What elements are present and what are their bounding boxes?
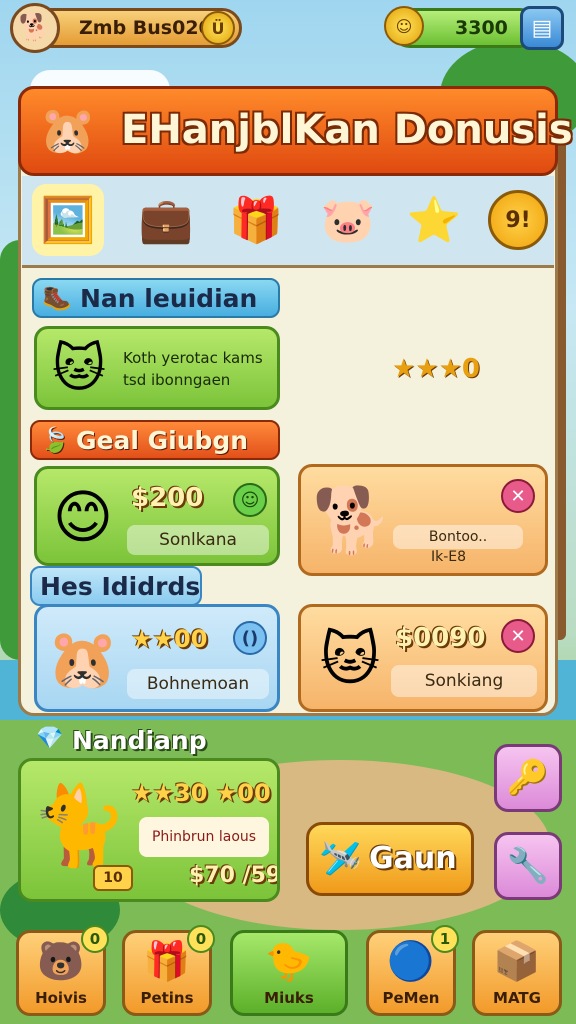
white-cat-icon: 🐱 [319,625,381,693]
offer-3-price: ★★00 [131,625,208,653]
coin-icon: ☺ [384,6,424,46]
level-coin-icon: Ü [201,11,235,45]
hamster-hat-icon: 🐹 [46,624,120,693]
player-name: Zmb Bus020 [79,17,212,39]
tab-pig[interactable]: 🐷 [312,184,384,256]
offer-card-3[interactable]: 🐹 ★★00 () Bohnemoan [34,604,280,712]
close-icon[interactable]: ✕ [501,479,535,513]
player-avatar[interactable]: 🐕 [10,3,60,53]
offer-2-name: Bontoo.. [393,525,523,549]
shoe-icon: 🥾 [42,284,72,312]
tab-star[interactable]: ⭐ [398,184,470,256]
smiley-icon: ☺ [233,483,267,517]
offer-card-2[interactable]: 🐕 ✕ Bontoo.. Ik-E8 [298,464,548,576]
offer-2-sub: Ik-E8 [431,549,467,565]
nav-item-1[interactable]: 🎁 Petins 0 [122,925,215,1016]
key-button[interactable]: 🔑 [494,744,562,812]
bundle-note: Phinbrun laous [139,817,269,857]
heart-bird-icon: 🐤 [265,939,313,983]
bundle-rating: ★★30 ★00 [131,779,271,807]
offer-4-price: $0090 [395,623,486,653]
pink-cat-icon: 🐱 [51,339,107,399]
more-button[interactable]: 9! [488,190,548,250]
section-label-1: 🥾 Nan leuidian [32,278,280,318]
offer-card-1[interactable]: 😊 $200 ☺ Sonlkana [34,466,280,566]
bundle-tag: 10 [93,865,133,891]
nav-item-2[interactable]: 🐤 Miuks [230,930,348,1016]
offer-3-badge: () [233,621,267,655]
nav-item-3[interactable]: 🔵 PeMen 1 [366,925,459,1016]
featured-card[interactable]: 🐱 Koth yerotac kams tsd ibonngaen [34,326,280,410]
paper-plane-icon: 🛩️ [319,839,362,879]
section-label-4: Nandianp [72,726,207,755]
panel-header: 🐹 EHanjblKan Donusis [18,86,573,176]
section-label-2: 🍃 Geal Giubgn [30,420,280,460]
nav-badge: 0 [187,925,215,953]
tab-gift[interactable]: 🎁 [220,184,292,256]
tools-button[interactable]: 🔧 [494,832,562,900]
crate-icon: 📦 [493,939,541,983]
leaf-icon: 🍃 [40,426,70,454]
offer-3-name: Bohnemoan [127,669,269,699]
go-button[interactable]: 🛩️ Gaun [306,822,474,896]
featured-rating: ★★★0 [392,354,481,384]
section-label-3: Hes Ididrds [30,566,202,606]
nav-badge: 0 [81,925,109,953]
currency-amount: 3300 [455,17,508,39]
offer-1-price: $200 [131,483,204,513]
nav-item-4[interactable]: 📦 MATG [472,930,562,1016]
offer-card-4[interactable]: 🐱 $0090 ✕ Sonkiang [298,604,548,712]
offer-1-name: Sonlkana [127,525,269,555]
menu-icon[interactable]: ▤ [520,6,564,50]
offer-4-name: Sonkiang [391,665,537,697]
gem-icon: 💎 [36,726,64,751]
page-title: EHanjblKan Donusis [121,107,573,153]
emoji-face-icon: 😊 [52,483,114,551]
tab-photo[interactable]: 🖼️ [32,184,104,256]
featured-description: Koth yerotac kams tsd ibonngaen [123,349,263,389]
hamster-mascot-icon: 🐹 [39,102,97,157]
category-tabs: 🖼️ 💼 🎁 🐷 ⭐ 9! [22,176,554,268]
bundle-price: $70 /59 [189,863,280,888]
close-icon[interactable]: ✕ [501,619,535,653]
tab-bag[interactable]: 💼 [130,184,202,256]
bundle-card[interactable]: 🐈 ★★30 ★00 Phinbrun laous 10 $70 /59 [18,758,280,902]
nav-item-0[interactable]: 🐻 Hoivis 0 [16,925,109,1016]
shiba-dog-icon: 🐕 [312,483,392,558]
nav-badge: 1 [431,925,459,953]
